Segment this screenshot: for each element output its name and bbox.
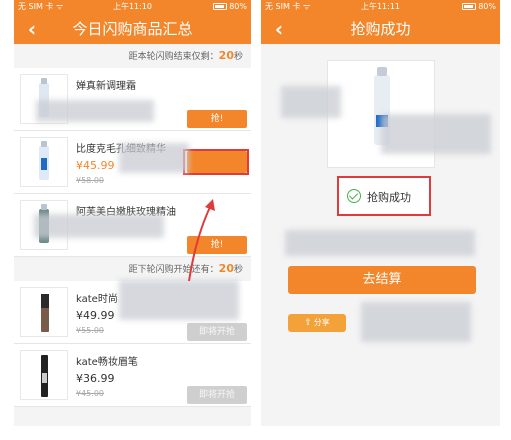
coming-soon-button: 即将开抢 [187,386,247,404]
coming-soon-button: 即将开抢 [187,323,247,341]
status-bar: 无 SIM 卡 ᯤ 上午11:10 80% [14,0,251,14]
success-text: 抢购成功 [367,191,411,204]
mosaic-blur [361,302,471,342]
product-price: ¥36.99 [76,372,115,385]
status-bar: 无 SIM 卡 ᯤ 上午11:11 80% [261,0,500,14]
check-circle-icon [347,189,361,203]
mosaic-blur [36,100,154,122]
battery-icon [212,3,227,10]
checkout-button[interactable]: 去结算 [288,266,476,294]
nav-bar: ‹ 今日闪购商品汇总 [14,14,251,44]
product-name: kate畅妆眉笔 [76,357,138,368]
share-button[interactable]: ⇪ 分享 [288,314,346,332]
battery-percent: 80% [478,2,496,11]
countdown-end-bar: 距本轮闪购结束仅剩：20秒 [14,44,251,68]
mosaic-blur [34,214,164,238]
product-price: ¥45.99 [76,159,115,172]
battery-percent: 80% [229,2,247,11]
annotation-arrow [188,199,215,282]
product-price: ¥49.99 [76,309,115,322]
mosaic-blur [119,143,189,173]
mosaic-blur [381,114,491,154]
battery-indicator: 80% [212,0,247,14]
countdown-end-prefix: 距本轮闪购结束仅剩： [128,52,219,62]
product-thumbnail [20,350,68,400]
purchase-success-screen: 无 SIM 卡 ᯤ 上午11:11 80% ‹ 抢购成功 抢购成功 去结算 ⇪ 分… [261,0,500,426]
success-message: 抢购成功 [337,176,431,216]
product-name: 婵真新调理霜 [76,81,136,92]
product-thumbnail [20,137,68,187]
page-title: 今日闪购商品汇总 [72,20,193,38]
countdown-end-suffix: 秒 [233,52,243,62]
success-content: 抢购成功 去结算 ⇪ 分享 [261,44,500,426]
countdown-start-suffix: 秒 [233,265,243,275]
mosaic-blur [119,280,239,320]
list-item[interactable]: 婵真新调理霜 抢! [14,68,251,131]
page-title: 抢购成功 [350,20,411,38]
product-thumbnail [20,287,68,337]
share-label: 分享 [313,318,330,327]
nav-bar: ‹ 抢购成功 [261,14,500,44]
battery-indicator: 80% [461,0,496,14]
highlight-box [183,149,249,175]
mosaic-blur [285,230,475,256]
list-item[interactable]: 比度克毛孔细致精华 ¥45.99 ¥58.00 [14,131,251,194]
share-icon: ⇪ [304,318,312,328]
grab-button[interactable]: 抢! [187,110,247,128]
product-original-price: ¥55.00 [76,326,104,335]
product-original-price: ¥58.00 [76,176,104,185]
countdown-end-seconds: 20 [218,49,234,62]
mosaic-blur [281,86,341,118]
list-item[interactable]: kate畅妆眉笔 ¥36.99 ¥45.00 即将开抢 [14,344,251,407]
battery-icon [461,3,476,10]
product-original-price: ¥45.00 [76,389,104,398]
